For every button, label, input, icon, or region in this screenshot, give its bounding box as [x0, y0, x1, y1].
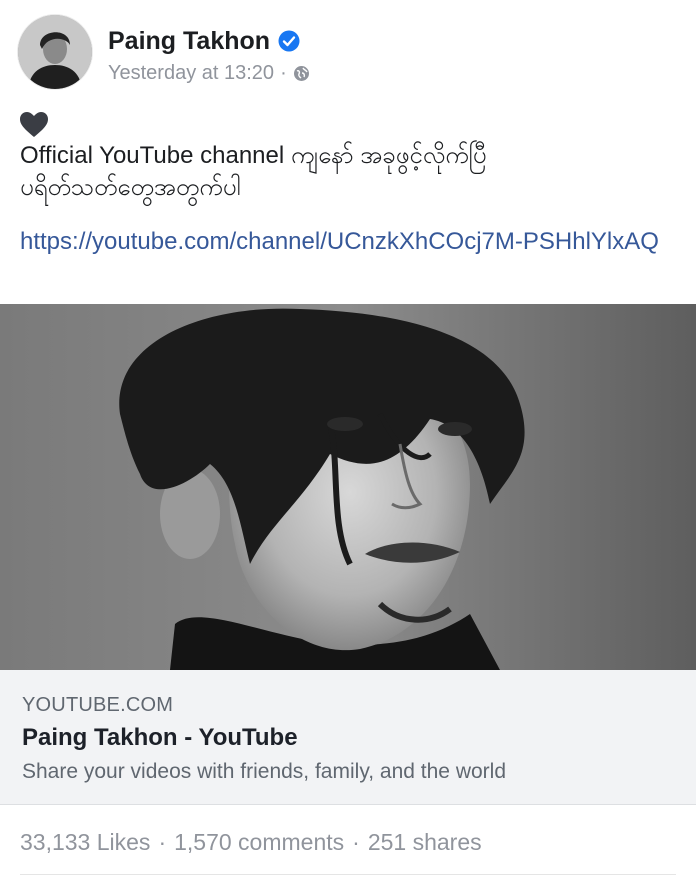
link-preview-image[interactable]	[0, 304, 696, 670]
stats-separator: ·	[158, 828, 167, 855]
author-name[interactable]: Paing Takhon	[108, 26, 270, 56]
post-timestamp[interactable]: Yesterday at 13:20	[108, 62, 274, 85]
comments-count[interactable]: 1,570 comments	[174, 829, 344, 856]
bottom-divider	[20, 874, 676, 875]
post-meta: Yesterday at 13:20 ·	[108, 60, 310, 86]
post-body: Official YouTube channel ကျနော် အခုဖွင့်…	[20, 112, 680, 204]
likes-count[interactable]: 33,133 Likes	[20, 829, 150, 856]
shares-count[interactable]: 251 shares	[368, 829, 482, 856]
link-title[interactable]: Paing Takhon - YouTube	[22, 724, 298, 752]
link-domain: YOUTUBE.COM	[22, 694, 174, 716]
post-header: Paing Takhon Yesterday at 13:20 ·	[0, 0, 696, 100]
post-text-line: ပရိတ်သတ်တွေအတွက်ပါ	[20, 174, 241, 201]
post-text-line: Official YouTube channel ကျနော် အခုဖွင့်…	[20, 142, 487, 169]
stats-separator: ·	[352, 828, 360, 855]
link-preview-card[interactable]: YOUTUBE.COM Paing Takhon - YouTube Share…	[0, 670, 696, 805]
globe-icon[interactable]	[293, 65, 310, 82]
black-heart-icon	[20, 112, 48, 138]
author-row: Paing Takhon	[108, 26, 300, 56]
engagement-stats: 33,133 Likes · 1,570 comments · 251 shar…	[20, 826, 482, 858]
link-description: Share your videos with friends, family, …	[22, 760, 507, 783]
verified-badge-icon	[278, 30, 300, 52]
author-avatar[interactable]	[18, 15, 92, 89]
meta-separator: ·	[280, 61, 287, 84]
post-link[interactable]: https://youtube.com/channel/UCnzkXhCOcj7…	[20, 226, 660, 258]
